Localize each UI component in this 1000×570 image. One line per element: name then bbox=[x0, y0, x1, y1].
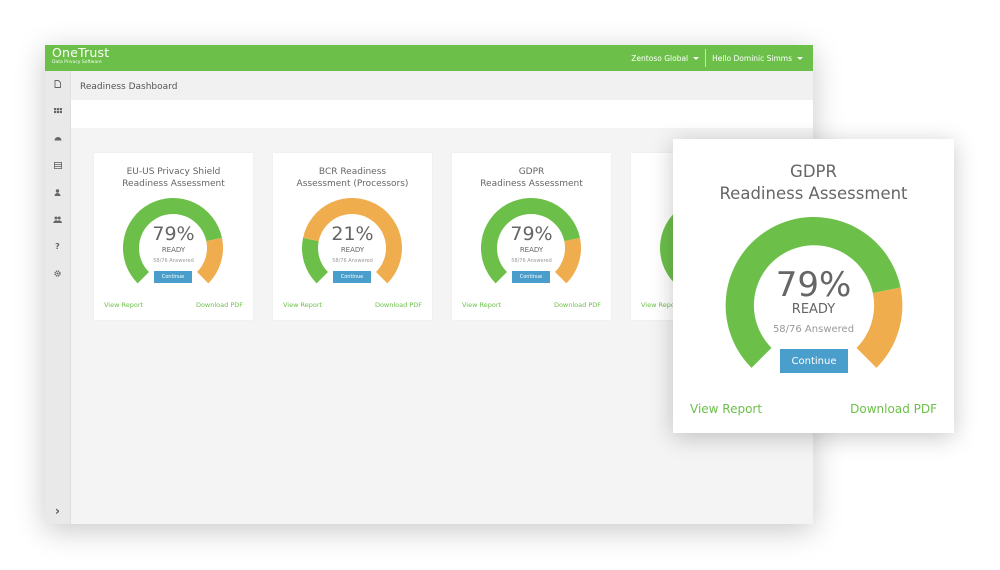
sidebar-expand-button[interactable]: › bbox=[45, 504, 70, 518]
user-menu-label: Hello Dominic Simms bbox=[712, 53, 792, 63]
card-title: GDPR Readiness Assessment bbox=[673, 161, 954, 205]
gauge-answered: 58/76 Answered bbox=[511, 258, 552, 264]
logo-tagline: Data Privacy Software bbox=[52, 59, 102, 65]
gear-icon[interactable] bbox=[45, 266, 70, 280]
logo[interactable]: OneTrust Data Privacy Software bbox=[52, 45, 110, 65]
page-title: Readiness Dashboard bbox=[71, 71, 813, 100]
card-title: BCR Readiness Assessment (Processors) bbox=[273, 167, 432, 190]
card-title-line: Assessment (Processors) bbox=[296, 178, 409, 189]
card-title-line: GDPR bbox=[790, 162, 837, 181]
download-pdf-link[interactable]: Download PDF bbox=[850, 402, 937, 416]
card-title-line: Readiness Assessment bbox=[122, 178, 225, 189]
card-title-line: GDPR bbox=[518, 167, 545, 177]
card-title: GDPR Readiness Assessment bbox=[452, 167, 611, 190]
dashboard-icon[interactable] bbox=[45, 131, 70, 145]
user-menu[interactable]: Hello Dominic Simms bbox=[706, 45, 809, 71]
download-pdf-link[interactable]: Download PDF bbox=[375, 301, 422, 309]
top-menu: Zentoso Global Hello Dominic Simms bbox=[625, 45, 809, 71]
card-title: EU-US Privacy Shield Readiness Assessmen… bbox=[94, 167, 253, 190]
continue-button[interactable]: Continue bbox=[780, 349, 848, 373]
gauge-status: READY bbox=[519, 246, 544, 254]
gauge-status: READY bbox=[791, 302, 836, 317]
gauge-percent: 79% bbox=[775, 265, 852, 305]
gauge-answered: 58/76 Answered bbox=[332, 258, 373, 264]
table-icon[interactable] bbox=[45, 158, 70, 172]
chevron-down-icon bbox=[797, 56, 803, 60]
card-title-line: Readiness Assessment bbox=[480, 178, 583, 189]
gauge-percent: 21% bbox=[331, 223, 374, 245]
gauge-percent: 79% bbox=[510, 223, 553, 245]
download-pdf-link[interactable]: Download PDF bbox=[554, 301, 601, 309]
help-icon[interactable]: ? bbox=[45, 239, 70, 253]
grid-icon[interactable] bbox=[45, 104, 70, 118]
card-title-line: EU-US Privacy Shield bbox=[126, 167, 221, 177]
org-menu-label: Zentoso Global bbox=[631, 53, 689, 63]
user-icon[interactable] bbox=[45, 185, 70, 199]
document-icon[interactable] bbox=[45, 77, 70, 91]
card-title-line: Readiness Assessment bbox=[719, 184, 908, 203]
assessment-card: BCR Readiness Assessment (Processors) 21… bbox=[273, 153, 432, 320]
logo-name: OneTrust bbox=[52, 45, 110, 60]
assessment-card: EU-US Privacy Shield Readiness Assessmen… bbox=[94, 153, 253, 320]
top-bar: OneTrust Data Privacy Software Zentoso G… bbox=[45, 45, 813, 71]
card-title-line: BCR Readiness bbox=[318, 167, 387, 177]
download-pdf-link[interactable]: Download PDF bbox=[196, 301, 243, 309]
chevron-down-icon bbox=[693, 56, 700, 60]
gauge-answered: 58/76 Answered bbox=[772, 324, 855, 335]
view-report-link[interactable]: View Report bbox=[283, 301, 322, 309]
continue-button[interactable]: Continue bbox=[333, 271, 371, 283]
org-menu[interactable]: Zentoso Global bbox=[625, 45, 705, 71]
sidebar: ? › bbox=[45, 71, 71, 524]
view-report-link[interactable]: View Report bbox=[462, 301, 501, 309]
gauge-status: READY bbox=[161, 246, 186, 254]
continue-button[interactable]: Continue bbox=[154, 271, 192, 283]
view-report-link[interactable]: View Report bbox=[690, 402, 762, 416]
assessment-card: GDPR Readiness Assessment 79% READY 58/7… bbox=[452, 153, 611, 320]
filter-bar bbox=[71, 100, 813, 128]
gauge-status: READY bbox=[340, 246, 365, 254]
continue-button[interactable]: Continue bbox=[512, 271, 550, 283]
zoomed-assessment-card: GDPR Readiness Assessment 79% READY 58/7… bbox=[673, 139, 954, 433]
users-icon[interactable] bbox=[45, 212, 70, 226]
gauge-percent: 79% bbox=[152, 223, 195, 245]
gauge-answered: 58/76 Answered bbox=[153, 258, 194, 264]
view-report-link[interactable]: View Report bbox=[104, 301, 143, 309]
